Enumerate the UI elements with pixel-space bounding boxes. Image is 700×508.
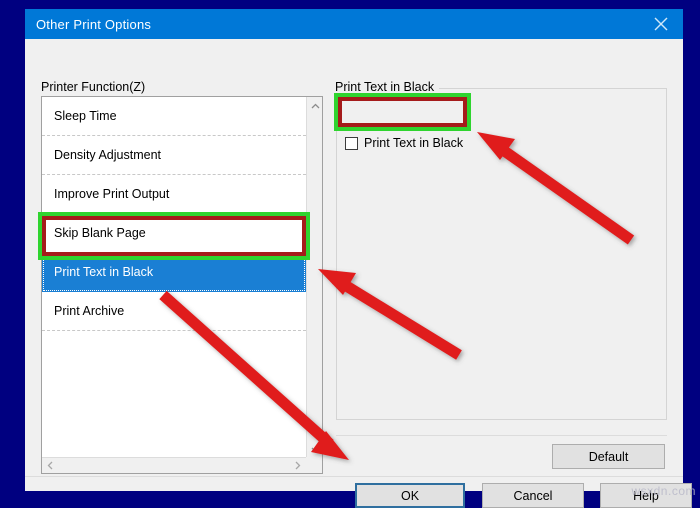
vertical-scrollbar[interactable] — [306, 97, 322, 457]
checkbox-square-icon[interactable] — [345, 136, 358, 150]
list-item[interactable]: Improve Print Output — [42, 175, 306, 214]
scroll-down-button[interactable] — [307, 440, 322, 458]
groupbox-title: Print Text in Black — [335, 80, 440, 94]
watermark-text: wsxdn.com — [631, 484, 696, 498]
window-title: Other Print Options — [36, 16, 152, 32]
chevron-down-icon — [311, 440, 320, 458]
dialog-body: Printer Function(Z) Sleep Time Density A… — [25, 39, 692, 508]
print-text-in-black-checkbox[interactable]: Print Text in Black — [345, 136, 463, 150]
checkbox-label: Print Text in Black — [364, 136, 464, 150]
scroll-up-button[interactable] — [307, 97, 322, 115]
list-item[interactable]: Print Archive — [42, 292, 306, 331]
chevron-right-icon — [294, 457, 301, 473]
scroll-left-button[interactable] — [42, 457, 59, 473]
close-window-button[interactable] — [638, 9, 683, 39]
list-item[interactable]: Density Adjustment — [42, 136, 306, 175]
chevron-up-icon — [311, 97, 320, 115]
horizontal-scrollbar[interactable] — [42, 457, 306, 473]
close-x-icon — [654, 17, 668, 31]
list-item-label: Improve Print Output — [54, 187, 170, 201]
list-item[interactable]: Sleep Time — [42, 97, 306, 136]
scrollbar-corner — [306, 457, 322, 473]
panel-separator — [336, 435, 667, 436]
printer-function-label: Printer Function(Z) — [41, 80, 146, 94]
list-item-label: Print Archive — [54, 304, 125, 318]
ok-button[interactable]: OK — [355, 483, 465, 508]
footer-separator — [25, 476, 683, 477]
list-item[interactable]: Skip Blank Page — [42, 214, 306, 253]
printer-function-listbox[interactable]: Sleep Time Density Adjustment Improve Pr… — [41, 96, 323, 474]
scroll-right-button[interactable] — [289, 457, 306, 473]
list-item-label: Density Adjustment — [54, 148, 161, 162]
title-bar: Other Print Options — [25, 9, 683, 39]
list-item-label: Sleep Time — [54, 109, 117, 123]
printer-function-list: Sleep Time Density Adjustment Improve Pr… — [42, 97, 306, 457]
list-item-label: Skip Blank Page — [54, 226, 146, 240]
chevron-left-icon — [47, 457, 54, 473]
list-item-label: Print Text in Black — [54, 265, 154, 279]
cancel-button[interactable]: Cancel — [482, 483, 584, 508]
list-item-selected[interactable]: Print Text in Black — [42, 253, 306, 292]
default-button[interactable]: Default — [552, 444, 665, 469]
other-print-options-dialog: Other Print Options Printer Function(Z) … — [25, 9, 692, 508]
